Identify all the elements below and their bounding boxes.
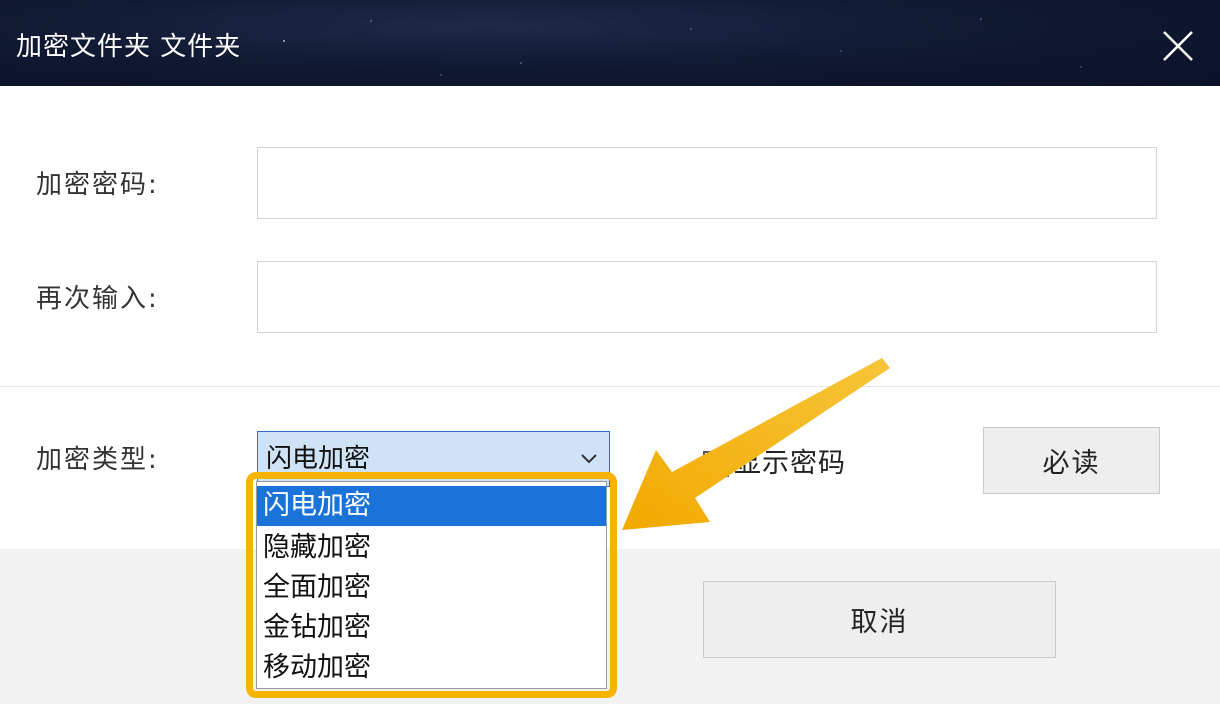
chevron-down-icon: [581, 454, 597, 464]
cancel-button[interactable]: 取消: [703, 581, 1056, 658]
confirm-password-input[interactable]: [257, 261, 1157, 333]
encrypt-folder-dialog: 加密文件夹 文件夹 加密密码: 再次输入: 加密类型: 闪电加密 显示密码 必读…: [0, 0, 1220, 704]
dropdown-highlight-frame: [246, 472, 617, 698]
show-password-label: 显示密码: [734, 448, 846, 479]
close-button[interactable]: [1160, 28, 1196, 64]
password-section: 加密密码: 再次输入:: [0, 86, 1220, 387]
must-read-button[interactable]: 必读: [983, 427, 1160, 494]
close-icon: [1163, 31, 1193, 61]
password-input[interactable]: [257, 147, 1157, 219]
password-label: 加密密码:: [36, 170, 159, 200]
encryption-type-label: 加密类型:: [36, 445, 159, 475]
window-title: 加密文件夹 文件夹: [16, 32, 242, 62]
show-password-checkbox[interactable]: [703, 451, 729, 477]
encryption-type-value: 闪电加密: [266, 444, 371, 474]
confirm-password-label: 再次输入:: [36, 284, 159, 314]
title-bar: 加密文件夹 文件夹: [0, 0, 1220, 86]
